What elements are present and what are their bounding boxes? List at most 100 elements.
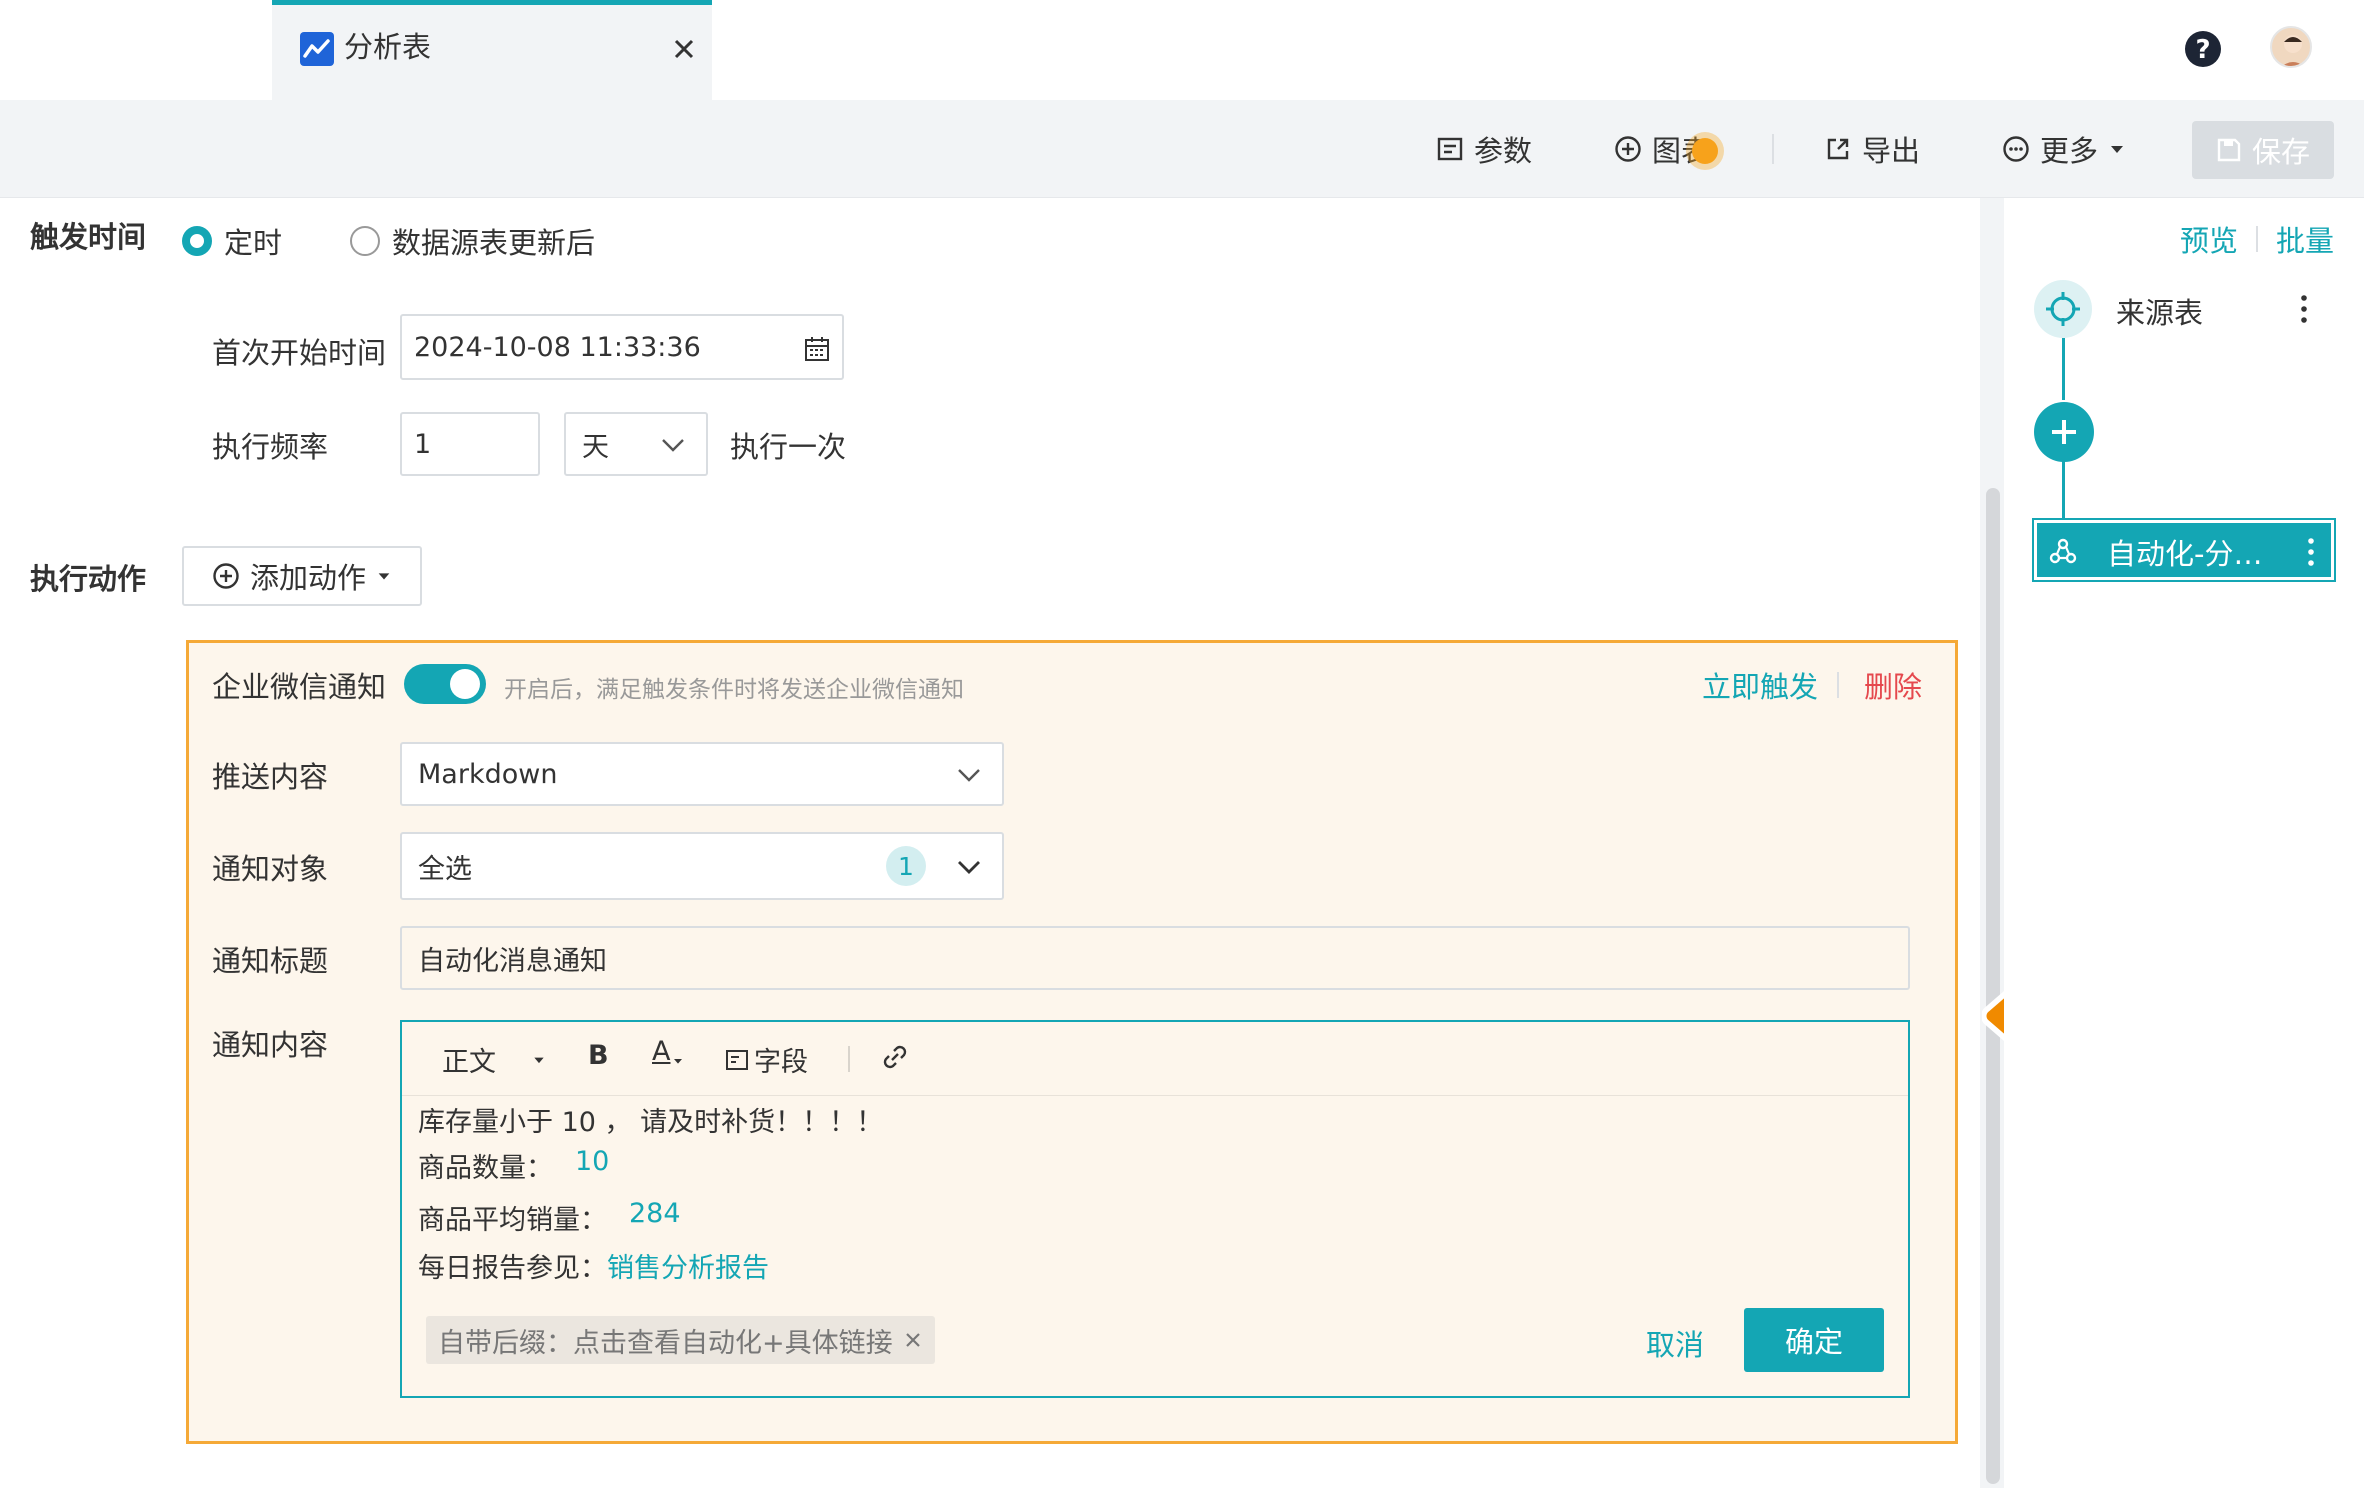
cursor-highlight-dot [1692, 138, 1718, 164]
frequency-label: 执行频率 [212, 430, 329, 464]
toolbar-divider [1772, 134, 1774, 164]
caret-down-icon [2108, 140, 2126, 158]
notify-title-label: 通知标题 [212, 944, 329, 978]
content-line-3: 商品平均销量： 284 [418, 1198, 681, 1237]
notify-target-value: 全选 [418, 853, 472, 885]
source-table-node[interactable]: 来源表 [2034, 280, 2334, 338]
automation-icon [2049, 537, 2077, 565]
line2-field-value: 10 [575, 1146, 610, 1177]
line-chart-icon [300, 32, 334, 66]
calendar-icon[interactable] [804, 336, 830, 362]
close-icon[interactable] [670, 35, 698, 63]
first-start-datetime-input[interactable]: 2024-10-08 11:33:36 [400, 314, 844, 380]
more-button[interactable]: 更多 [2002, 128, 2126, 170]
notify-target-label: 通知对象 [212, 852, 329, 886]
line3-field-value: 284 [629, 1198, 681, 1229]
source-node-label: 来源表 [2116, 296, 2204, 330]
selected-count-badge: 1 [886, 846, 926, 886]
push-content-select[interactable]: Markdown [400, 742, 1004, 806]
automation-node[interactable]: 自动化-分… [2032, 518, 2336, 582]
radio-on-icon [182, 226, 212, 256]
plus-circle-icon [212, 562, 240, 590]
more-label: 更多 [2040, 134, 2099, 168]
report-link[interactable]: 销售分析报告 [607, 1246, 769, 1285]
notify-content-label: 通知内容 [212, 1028, 329, 1062]
paragraph-style-select[interactable]: 正文 [442, 1040, 546, 1079]
save-label: 保存 [2251, 135, 2310, 169]
toolbar-divider [848, 1046, 850, 1072]
flow-connector [2062, 336, 2065, 400]
notify-target-select[interactable]: 全选 1 [400, 832, 1004, 900]
kebab-menu-icon[interactable] [2305, 535, 2317, 569]
radio-scheduled-label: 定时 [224, 226, 283, 260]
content-line-4: 每日报告参见： 销售分析报告 [418, 1246, 769, 1285]
frequency-input[interactable]: 1 [400, 412, 540, 476]
more-circle-icon [2002, 135, 2030, 163]
caret-down-icon [672, 1055, 684, 1067]
flow-connector [2062, 460, 2065, 522]
params-icon [1436, 135, 1464, 163]
close-icon[interactable] [903, 1330, 923, 1350]
content-line-1: 库存量小于 10 ， 请及时补货！！！！ [418, 1107, 884, 1138]
content-line-2: 商品数量： 10 [418, 1146, 609, 1185]
flow-panel [2004, 198, 2364, 1488]
wecom-title: 企业微信通知 [212, 670, 387, 704]
chevron-down-icon [956, 764, 982, 786]
svg-text:?: ? [2195, 35, 2210, 65]
font-color-button[interactable]: A [652, 1036, 684, 1067]
save-icon [2216, 137, 2242, 163]
batch-link[interactable]: 批量 [2276, 218, 2334, 260]
confirm-button[interactable]: 确定 [1744, 1308, 1884, 1372]
tab-title: 分析表 [344, 30, 432, 64]
field-icon [724, 1047, 750, 1073]
export-button[interactable]: 导出 [1824, 128, 1920, 170]
add-action-button[interactable]: 添加动作 [182, 546, 422, 606]
wecom-toggle[interactable] [404, 664, 486, 704]
execute-action-label: 执行动作 [30, 562, 147, 596]
first-start-value: 2024-10-08 11:33:36 [414, 331, 701, 363]
frequency-value: 1 [414, 428, 432, 460]
push-content-label: 推送内容 [212, 760, 329, 794]
plus-circle-icon [1614, 135, 1642, 163]
caret-down-icon [532, 1053, 546, 1067]
params-label: 参数 [1474, 134, 1533, 168]
params-button[interactable]: 参数 [1436, 128, 1532, 170]
automation-node-label: 自动化-分… [2107, 537, 2263, 571]
link-icon[interactable] [880, 1042, 910, 1072]
line2-label: 商品数量： [418, 1153, 553, 1184]
kebab-menu-icon[interactable] [2298, 292, 2310, 326]
export-label: 导出 [1862, 134, 1921, 168]
chevron-down-icon [660, 434, 686, 456]
preview-link[interactable]: 预览 [2180, 218, 2238, 260]
bold-button[interactable]: B [588, 1040, 609, 1071]
notify-title-value: 自动化消息通知 [418, 945, 607, 977]
export-icon [1824, 135, 1852, 163]
caret-down-icon [376, 568, 392, 584]
trigger-time-label: 触发时间 [30, 220, 147, 254]
avatar[interactable] [2270, 26, 2312, 68]
trigger-now-link[interactable]: 立即触发 [1702, 664, 1818, 706]
radio-after-update-label: 数据源表更新后 [392, 226, 596, 260]
radio-after-update[interactable]: 数据源表更新后 [350, 220, 595, 262]
frequency-suffix: 执行一次 [730, 430, 847, 464]
frequency-unit-select[interactable]: 天 [564, 412, 708, 476]
radio-scheduled[interactable]: 定时 [182, 220, 282, 262]
delete-link[interactable]: 删除 [1864, 664, 1922, 706]
frequency-unit-value: 天 [582, 431, 609, 463]
suffix-text: 自带后缀：点击查看自动化+具体链接 [438, 1327, 893, 1359]
notify-title-input[interactable]: 自动化消息通知 [400, 926, 1910, 990]
add-action-label: 添加动作 [249, 561, 366, 595]
insert-field-button[interactable]: 字段 [724, 1040, 808, 1079]
field-label: 字段 [754, 1047, 808, 1078]
save-button[interactable]: 保存 [2192, 121, 2334, 179]
wecom-hint: 开启后，满足触发条件时将发送企业微信通知 [504, 677, 964, 703]
chevron-down-icon [956, 856, 982, 878]
tab-analysis-table[interactable]: 分析表 [272, 0, 712, 100]
top-bar: 分析表 ? [0, 0, 2364, 100]
flow-divider [2256, 226, 2258, 252]
radio-off-icon [350, 226, 380, 256]
cancel-button[interactable]: 取消 [1646, 1322, 1704, 1364]
help-icon[interactable]: ? [2184, 30, 2222, 68]
paragraph-style-value: 正文 [442, 1047, 496, 1078]
add-node-button[interactable] [2034, 402, 2094, 462]
